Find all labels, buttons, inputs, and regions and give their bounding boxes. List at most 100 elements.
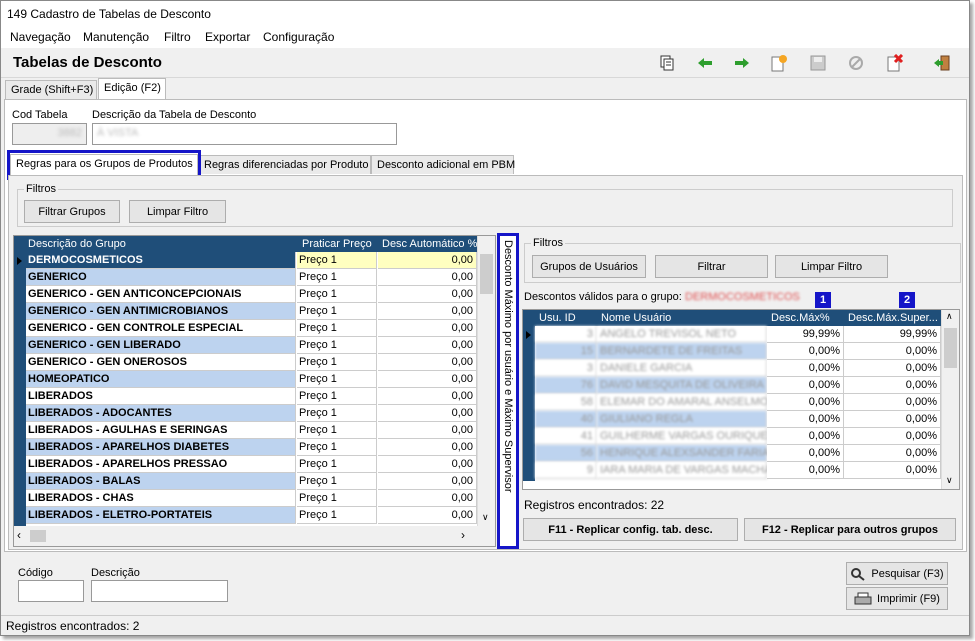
cell-desc-automatico[interactable]: 0,00 xyxy=(378,252,477,269)
chevron-right-icon[interactable]: › xyxy=(461,528,465,542)
cell-descricao[interactable]: GENERICO - GEN ONEROSOS xyxy=(26,354,296,371)
menu-exportar[interactable]: Exportar xyxy=(205,30,250,44)
cell-descricao[interactable]: GENERICO - GEN LIBERADO xyxy=(26,337,296,354)
cancel-icon[interactable] xyxy=(846,54,866,72)
cell-descricao[interactable]: HOMEOPATICO xyxy=(26,371,296,388)
cell-desc-max[interactable]: 0,00% xyxy=(767,428,844,445)
table-row[interactable]: GENERICO - GEN CONTROLE ESPECIAL Preço 10… xyxy=(14,320,477,337)
arrow-left-icon[interactable] xyxy=(695,54,715,72)
cell-desc-automatico[interactable]: 0,00 xyxy=(378,456,477,473)
cell-desc-automatico[interactable]: 0,00 xyxy=(378,388,477,405)
groups-vscroll-thumb[interactable] xyxy=(480,254,493,294)
list-item[interactable]: 41 GUILHERME VARGAS OURIQUES 0,00% 0,00% xyxy=(523,428,941,445)
tab-desconto-pbm[interactable]: Desconto adicional em PBM xyxy=(371,155,515,174)
table-row[interactable]: LIBERADOS - APARELHOS PRESSAO Preço 1 0,00 xyxy=(14,456,477,473)
list-item[interactable]: 9 IARA MARIA DE VARGAS MACHADO 0,00% 0,00% xyxy=(523,462,941,479)
cell-desc-max-super[interactable]: 99,99% xyxy=(844,326,941,343)
descricao-tabela-field[interactable]: À VISTA xyxy=(92,123,397,145)
cell-usu-id[interactable]: 41 xyxy=(535,428,597,445)
cell-descricao[interactable]: GENERICO xyxy=(26,269,296,286)
imprimir-button[interactable]: Imprimir (F9) xyxy=(846,587,948,610)
cell-desc-max-super[interactable]: 0,00% xyxy=(844,462,941,479)
cell-praticar-preco[interactable]: Preço 1 xyxy=(297,473,377,490)
table-row[interactable]: LIBERADOS - CHAS Preço 1 0,00 xyxy=(14,490,477,507)
cell-descricao[interactable]: GENERICO - GEN ANTICONCEPCIONAIS xyxy=(26,286,296,303)
list-item[interactable]: 3 DANIELE GARCIA 0,00% 0,00% xyxy=(523,360,941,377)
cell-descricao[interactable]: LIBERADOS - CHAS xyxy=(26,490,296,507)
cell-praticar-preco[interactable]: Preço 1 xyxy=(297,456,377,473)
col-descricao-grupo[interactable]: Descrição do Grupo xyxy=(28,238,126,250)
col-desc-automatico[interactable]: Desc Automático % xyxy=(382,238,477,250)
cell-praticar-preco[interactable]: Preço 1 xyxy=(297,405,377,422)
table-row[interactable]: GENERICO - GEN ANTIMICROBIANOS Preço 1 0,0… xyxy=(14,303,477,320)
col-nome-usuario[interactable]: Nome Usuário xyxy=(601,312,671,324)
cell-descricao[interactable]: GENERICO - GEN ANTIMICROBIANOS xyxy=(26,303,296,320)
cell-desc-max[interactable]: 0,00% xyxy=(767,343,844,360)
cell-desc-automatico[interactable]: 0,00 xyxy=(378,490,477,507)
cell-praticar-preco[interactable]: Preço 1 xyxy=(297,286,377,303)
cell-nome-usuario[interactable]: ELEMAR DO AMARAL ANSELMO xyxy=(597,394,768,411)
list-item[interactable]: 40 GIULIANO REGLA 0,00% 0,00% xyxy=(523,411,941,428)
col-praticar-preco[interactable]: Praticar Preço xyxy=(302,238,372,250)
cell-desc-automatico[interactable]: 0,00 xyxy=(378,422,477,439)
cell-usu-id[interactable]: 40 xyxy=(535,411,597,428)
cell-descricao[interactable]: GENERICO - GEN CONTROLE ESPECIAL xyxy=(26,320,296,337)
menu-configuracao[interactable]: Configuração xyxy=(263,30,334,44)
cell-desc-max-super[interactable]: 0,00% xyxy=(844,394,941,411)
cell-desc-max[interactable]: 0,00% xyxy=(767,462,844,479)
cell-desc-max[interactable]: 0,00% xyxy=(767,445,844,462)
delete-icon[interactable] xyxy=(885,54,905,72)
cell-desc-automatico[interactable]: 0,00 xyxy=(378,337,477,354)
table-row[interactable]: LIBERADOS - ELETRO-PORTATEIS Preço 1 0,00 xyxy=(14,507,477,524)
chevron-up-icon[interactable]: ∧ xyxy=(946,311,953,322)
list-item[interactable]: 3 ANGELO TREVISOL NETO 99,99% 99,99% xyxy=(523,326,941,343)
cell-desc-max-super[interactable]: 0,00% xyxy=(844,428,941,445)
cell-usu-id[interactable]: 76 xyxy=(535,377,597,394)
users-vscroll-thumb[interactable] xyxy=(944,328,957,368)
cell-desc-automatico[interactable]: 0,00 xyxy=(378,320,477,337)
cell-desc-automatico[interactable]: 0,00 xyxy=(378,269,477,286)
table-row[interactable]: GENERICO Preço 1 0,00 xyxy=(14,269,477,286)
cell-desc-automatico[interactable]: 0,00 xyxy=(378,405,477,422)
filtrar-grupos-button[interactable]: Filtrar Grupos xyxy=(24,200,120,223)
cell-usu-id[interactable]: 15 xyxy=(535,343,597,360)
cell-desc-automatico[interactable]: 0,00 xyxy=(378,371,477,388)
cell-desc-max[interactable]: 0,00% xyxy=(767,411,844,428)
cell-desc-automatico[interactable]: 0,00 xyxy=(378,303,477,320)
exit-icon[interactable] xyxy=(932,54,952,72)
cell-descricao[interactable]: LIBERADOS - ELETRO-PORTATEIS xyxy=(26,507,296,524)
menu-navegacao[interactable]: Navegação xyxy=(10,30,71,44)
chevron-down-icon[interactable]: ∨ xyxy=(482,512,489,523)
table-row[interactable]: HOMEOPATICO Preço 1 0,00 xyxy=(14,371,477,388)
cell-nome-usuario[interactable]: BERNARDETE DE FREITAS xyxy=(597,343,767,360)
cell-nome-usuario[interactable]: GIULIANO REGLA xyxy=(597,411,767,428)
cell-usu-id[interactable]: 3 xyxy=(535,360,597,377)
grupos-usuarios-button[interactable]: Grupos de Usuários xyxy=(532,255,646,278)
limpar-filtro-usuarios-button[interactable]: Limpar Filtro xyxy=(775,255,888,278)
cell-descricao[interactable]: LIBERADOS - ADOCANTES xyxy=(26,405,296,422)
table-row[interactable]: LIBERADOS - ADOCANTES Preço 1 0,00 xyxy=(14,405,477,422)
list-item[interactable]: 15 BERNARDETE DE FREITAS 0,00% 0,00% xyxy=(523,343,941,360)
arrow-right-icon[interactable] xyxy=(732,54,752,72)
cell-usu-id[interactable]: 3 xyxy=(535,326,597,343)
f12-replicar-button[interactable]: F12 - Replicar para outros grupos xyxy=(744,518,956,541)
descricao-input[interactable] xyxy=(91,580,228,602)
cell-praticar-preco[interactable]: Preço 1 xyxy=(297,439,377,456)
col-desc-max-super[interactable]: Desc.Máx.Super... xyxy=(848,312,938,324)
cell-desc-automatico[interactable]: 0,00 xyxy=(378,473,477,490)
list-item[interactable]: 56 HENRIQUE ALEXSANDER FARIAS 0,00% 0,00% xyxy=(523,445,941,462)
cell-nome-usuario[interactable]: DAVID MESQUITA DE OLIVEIRA xyxy=(597,377,767,394)
table-row[interactable]: GENERICO - GEN LIBERADO Preço 1 0,00 xyxy=(14,337,477,354)
cell-nome-usuario[interactable]: ANGELO TREVISOL NETO xyxy=(597,326,767,343)
list-item[interactable]: 76 DAVID MESQUITA DE OLIVEIRA 0,00% 0,00% xyxy=(523,377,941,394)
cell-praticar-preco[interactable]: Preço 1 xyxy=(297,371,377,388)
cell-desc-max[interactable]: 0,00% xyxy=(767,360,844,377)
cell-praticar-preco[interactable]: Preço 1 xyxy=(297,507,377,524)
list-item[interactable]: 58 ELEMAR DO AMARAL ANSELMO 0,00% 0,00% xyxy=(523,394,941,411)
cell-nome-usuario[interactable]: IARA MARIA DE VARGAS MACHADO xyxy=(597,462,788,479)
cell-desc-max-super[interactable]: 0,00% xyxy=(844,411,941,428)
cell-desc-max-super[interactable]: 0,00% xyxy=(844,343,941,360)
cell-nome-usuario[interactable]: HENRIQUE ALEXSANDER FARIAS xyxy=(597,445,777,462)
cell-descricao[interactable]: LIBERADOS - APARELHOS PRESSAO xyxy=(26,456,296,473)
menu-manutencao[interactable]: Manutenção xyxy=(83,30,149,44)
